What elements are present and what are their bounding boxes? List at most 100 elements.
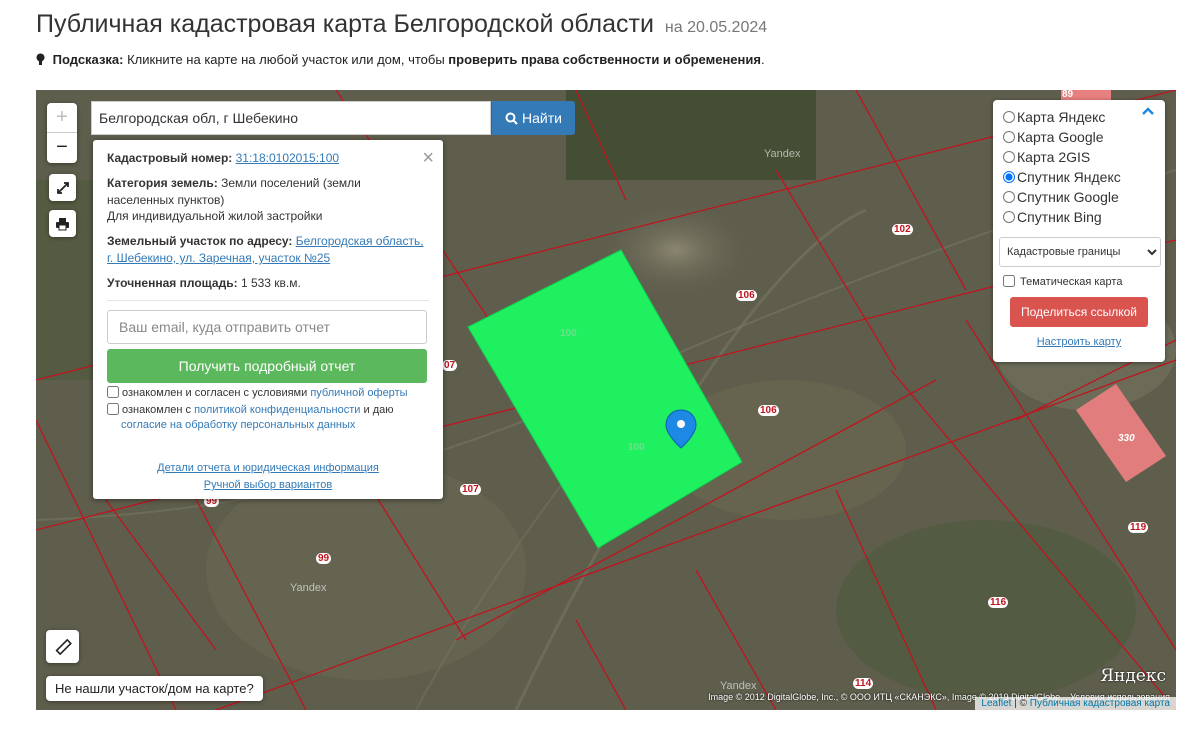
report-details-link[interactable]: Детали отчета и юридическая информация [157,462,379,474]
hint-label: Подсказка: [52,52,124,67]
consent-offer-text: ознакомлен и согласен с условиями [122,386,308,399]
parcel-label[interactable]: 100 [628,442,645,453]
thematic-label: Тематическая карта [1020,276,1123,288]
layer-option[interactable]: Карта 2GIS [999,147,1159,167]
leaflet-attribution: Leaflet | © Публичная кадастровая карта [975,697,1176,710]
ruler-icon [55,638,72,655]
cadastral-number-link[interactable]: 31:18:0102015:100 [236,151,339,165]
usage-value: Для индивидуальной жилой застройки [107,209,323,224]
divider [107,299,429,301]
consent-privacy-checkbox[interactable] [107,402,119,415]
parcel-label[interactable]: 114 [853,678,874,689]
parcel-label[interactable]: 107 [460,484,481,495]
layer-option-label: Спутник Яндекс [1017,169,1121,185]
address-label: Земельный участок по адресу: [107,234,293,249]
category-label: Категория земель: [107,175,218,190]
layer-radio[interactable] [1003,151,1015,163]
hint-text: Кликните на карте на любой участок или д… [127,52,445,67]
consent-privacy-row: ознакомлен с политикой конфиденциальност… [107,402,429,435]
fullscreen-button[interactable] [49,174,76,201]
parcel-label[interactable]: 100 [560,328,577,339]
panel-footer-links: Детали отчета и юридическая информация Р… [107,460,429,494]
setup-map-link[interactable]: Настроить карту [1037,336,1122,348]
expand-icon [56,181,69,194]
layer-radio[interactable] [1003,191,1015,203]
parcel-label[interactable]: 89 [1062,90,1073,100]
address-row: Земельный участок по адресу: Белгородска… [107,233,429,267]
layer-option-label: Спутник Google [1017,189,1119,205]
area-row: Уточненная площадь: 1 533 кв.м. [107,275,429,292]
yandex-watermark: Yandex [290,582,327,594]
layer-option[interactable]: Карта Google [999,127,1159,147]
lightbulb-icon [36,53,45,65]
category-row: Категория земель: Земли поселений (земли… [107,175,429,225]
page-title-date: на 20.05.2024 [664,19,768,36]
parcel-label[interactable]: 106 [736,290,757,301]
yandex-watermark: Yandex [720,680,757,692]
manual-choice-link[interactable]: Ручной выбор вариантов [204,479,332,491]
cadastral-label: Кадастровый номер: [107,151,233,165]
parcel-label[interactable]: 119 [1128,522,1149,533]
parcel-label[interactable]: 106 [758,405,779,416]
layer-radio[interactable] [1003,211,1015,223]
layer-option-label: Карта 2GIS [1017,149,1091,165]
cadastral-number-row: Кадастровый номер: 31:18:0102015:100 [107,150,429,167]
privacy-policy-link[interactable]: политикой конфиденциальности [194,404,360,416]
parcel-info-panel: × Кадастровый номер: 31:18:0102015:100 К… [93,140,443,499]
parcel-label[interactable]: 102 [892,224,913,235]
leaflet-sep: | © [1014,698,1027,709]
hint-end: . [760,52,765,67]
layer-option-label: Карта Google [1017,129,1104,145]
layers-panel: Карта Яндекс Карта Google Карта 2GIS Спу… [993,100,1165,362]
search-input[interactable] [91,101,491,135]
close-icon[interactable]: × [422,144,434,172]
search-button[interactable]: Найти [492,101,575,135]
layer-option[interactable]: Карта Яндекс [999,107,1159,127]
zoom-out-button[interactable]: − [47,133,77,163]
cadastral-map-link[interactable]: Публичная кадастровая карта [1030,698,1170,709]
printer-icon [56,217,69,230]
parcel-label[interactable]: 07 [442,360,458,371]
search-icon [505,112,518,125]
layer-radio[interactable] [1003,131,1015,143]
thematic-checkbox[interactable] [1003,275,1015,287]
map[interactable]: 89 102 106 106 07 107 99 99 100 100 330 … [36,90,1176,710]
layer-radio[interactable] [1003,171,1015,183]
layer-options: Карта Яндекс Карта Google Карта 2GIS Спу… [999,107,1159,227]
layer-option[interactable]: Спутник Bing [999,207,1159,227]
hint-line: Подсказка: Кликните на карте на любой уч… [36,52,765,67]
zoom-in-button[interactable]: + [47,103,77,133]
ruler-button[interactable] [46,630,79,663]
thematic-row: Тематическая карта [999,275,1159,288]
zoom-control: + − [47,103,77,163]
parcel-label[interactable]: 99 [316,553,332,564]
overlay-select[interactable]: Кадастровые границы [999,237,1161,267]
page-title: Публичная кадастровая карта Белгородской… [36,10,767,39]
yandex-logo: Яндекс [1100,666,1166,686]
area-label: Уточненная площадь: [107,275,238,290]
not-found-button[interactable]: Не нашли участок/дом на карте? [46,676,263,701]
layer-option[interactable]: Спутник Яндекс [999,167,1159,187]
consent-privacy-mid: и даю [363,403,394,416]
public-offer-link[interactable]: публичной оферты [310,387,407,399]
print-button[interactable] [49,210,76,237]
area-value: 1 533 кв.м. [240,275,301,290]
share-link-button[interactable]: Поделиться ссылкой [1010,297,1148,327]
parcel-label[interactable]: 330 [1118,433,1135,444]
chevron-up-icon[interactable] [1141,106,1155,116]
layer-option-label: Карта Яндекс [1017,109,1106,125]
layer-option[interactable]: Спутник Google [999,187,1159,207]
layer-radio[interactable] [1003,111,1015,123]
personal-data-consent-link[interactable]: согласие на обработку персональных данны… [121,419,355,431]
consent-privacy-text: ознакомлен с [122,403,192,416]
yandex-watermark: Yandex [764,148,801,160]
page-title-text: Публичная кадастровая карта Белгородской… [36,10,654,38]
consent-offer-checkbox[interactable] [107,385,119,398]
get-report-button[interactable]: Получить подробный отчет [107,348,427,383]
email-field[interactable] [107,309,427,344]
layer-option-label: Спутник Bing [1017,209,1102,225]
leaflet-link[interactable]: Leaflet [981,698,1011,709]
consent-offer-row: ознакомлен и согласен с условиями публич… [107,385,429,402]
search-button-label: Найти [522,110,562,126]
parcel-label[interactable]: 116 [988,597,1009,608]
